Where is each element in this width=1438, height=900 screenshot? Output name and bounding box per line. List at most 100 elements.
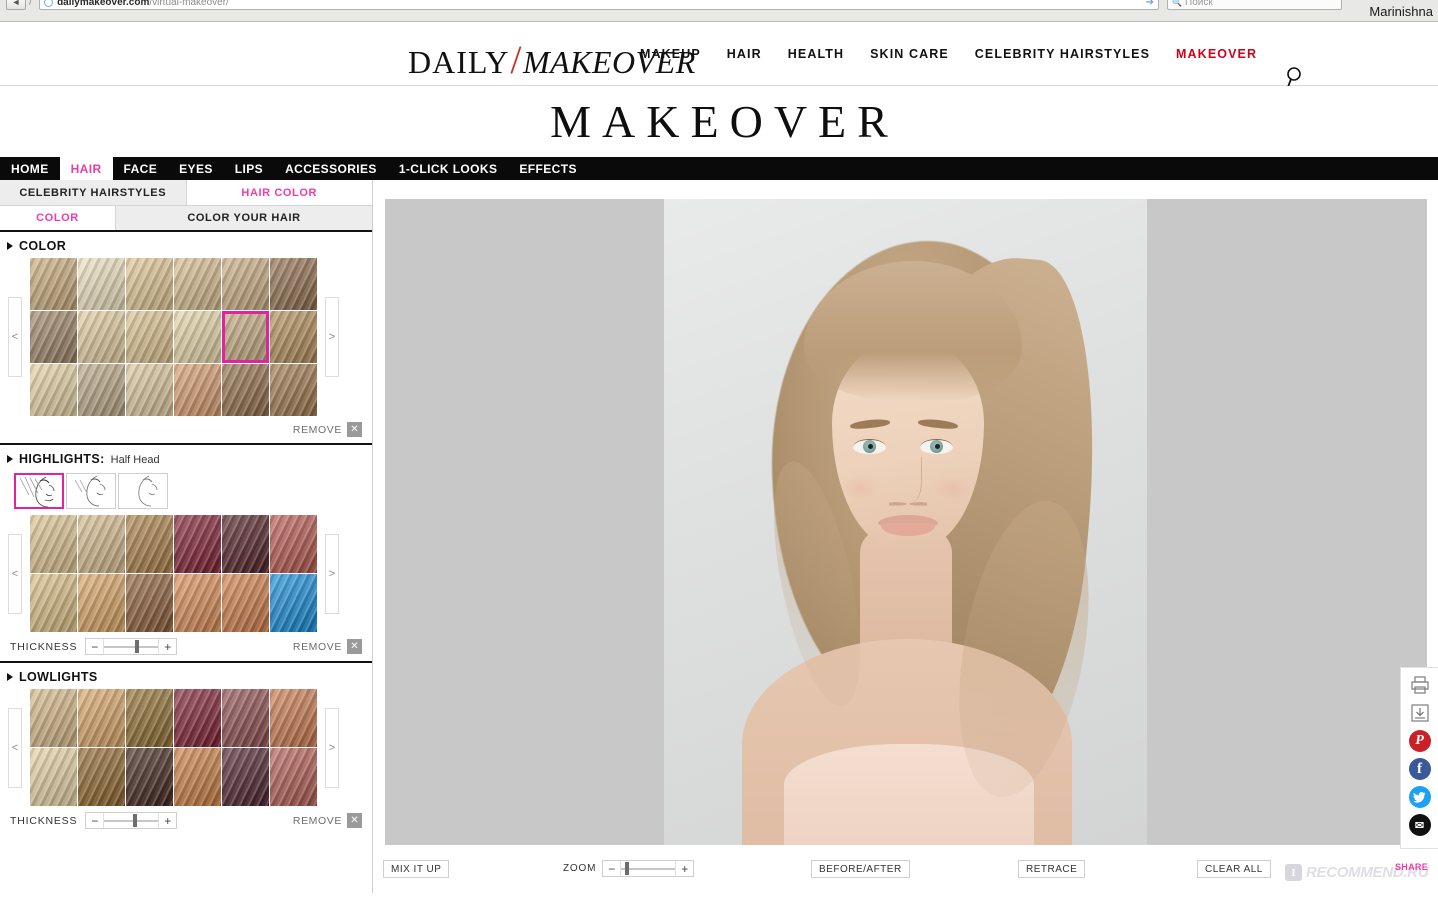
- swatch-lowlights-2[interactable]: [126, 689, 173, 747]
- tab-effects[interactable]: EFFECTS: [508, 157, 587, 180]
- makeover-canvas[interactable]: [385, 199, 1427, 845]
- browser-user-label[interactable]: Marinishna: [1366, 4, 1436, 19]
- highlight-pattern-half-head[interactable]: [14, 473, 64, 509]
- swatch-color-10[interactable]: [222, 311, 269, 363]
- lowlights-remove-button[interactable]: REMOVE ✕: [293, 813, 362, 828]
- swatch-highlights-5[interactable]: [270, 515, 317, 573]
- swatch-color-3[interactable]: [174, 258, 221, 310]
- share-button[interactable]: SHARE: [1395, 862, 1428, 872]
- subtab-celebrity-hairstyles[interactable]: CELEBRITY HAIRSTYLES: [0, 180, 187, 205]
- lowlights-next-button[interactable]: >: [325, 707, 339, 788]
- zoom-track[interactable]: [620, 861, 677, 876]
- highlight-pattern-minimal[interactable]: [118, 473, 168, 509]
- swatch-color-13[interactable]: [78, 364, 125, 416]
- highlights-remove-button[interactable]: REMOVE ✕: [293, 639, 362, 654]
- swatch-color-15[interactable]: [174, 364, 221, 416]
- swatch-color-4[interactable]: [222, 258, 269, 310]
- subtab-color[interactable]: COLOR: [0, 206, 115, 230]
- color-remove-button[interactable]: REMOVE ✕: [293, 422, 362, 437]
- swatch-lowlights-11[interactable]: [270, 748, 317, 806]
- lowlights-thickness-track[interactable]: [103, 813, 160, 828]
- retrace-button[interactable]: RETRACE: [1018, 860, 1086, 878]
- pinterest-icon[interactable]: P: [1408, 730, 1431, 752]
- swatch-color-17[interactable]: [270, 364, 317, 416]
- nav-item-makeup[interactable]: MAKEUP: [640, 47, 701, 61]
- zoom-minus-button[interactable]: −: [603, 861, 621, 876]
- url-bar[interactable]: dailymakeover.com/virtual-makeover/ ➔: [39, 0, 1160, 10]
- tab-home[interactable]: HOME: [0, 157, 60, 180]
- browser-search-box[interactable]: 🔍 Поиск: [1167, 0, 1343, 10]
- highlights-prev-button[interactable]: <: [8, 533, 22, 614]
- swatch-highlights-8[interactable]: [126, 574, 173, 632]
- swatch-lowlights-6[interactable]: [30, 748, 77, 806]
- swatch-color-14[interactable]: [126, 364, 173, 416]
- swatch-lowlights-10[interactable]: [222, 748, 269, 806]
- swatch-lowlights-4[interactable]: [222, 689, 269, 747]
- lowlights-prev-button[interactable]: <: [8, 707, 22, 788]
- swatch-highlights-4[interactable]: [222, 515, 269, 573]
- nav-item-makeover[interactable]: MAKEOVER: [1176, 47, 1257, 61]
- subtab-color-your-hair[interactable]: COLOR YOUR HAIR: [115, 206, 372, 230]
- swatch-lowlights-0[interactable]: [30, 689, 77, 747]
- swatch-color-16[interactable]: [222, 364, 269, 416]
- swatch-color-9[interactable]: [174, 311, 221, 363]
- swatch-highlights-9[interactable]: [174, 574, 221, 632]
- swatch-color-12[interactable]: [30, 364, 77, 416]
- highlight-pattern-partial[interactable]: [66, 473, 116, 509]
- zoom-slider[interactable]: − +: [602, 860, 695, 877]
- slider-knob[interactable]: [133, 814, 138, 827]
- twitter-icon[interactable]: [1408, 786, 1431, 808]
- swatch-highlights-2[interactable]: [126, 515, 173, 573]
- model-photo[interactable]: [664, 199, 1147, 845]
- highlights-next-button[interactable]: >: [325, 533, 339, 614]
- swatch-highlights-1[interactable]: [78, 515, 125, 573]
- print-icon[interactable]: [1409, 674, 1431, 696]
- highlights-thickness-track[interactable]: [103, 639, 160, 654]
- section-color-header[interactable]: COLOR: [0, 232, 372, 258]
- swatch-lowlights-9[interactable]: [174, 748, 221, 806]
- lowlights-thickness-plus[interactable]: +: [159, 813, 177, 828]
- nav-item-hair[interactable]: HAIR: [727, 47, 762, 61]
- swatch-color-6[interactable]: [30, 311, 77, 363]
- color-next-button[interactable]: >: [325, 297, 339, 377]
- subtab-hair-color[interactable]: HAIR COLOR: [186, 180, 372, 205]
- swatch-color-2[interactable]: [126, 258, 173, 310]
- back-arrow-icon[interactable]: ◄: [6, 0, 26, 10]
- swatch-highlights-7[interactable]: [78, 574, 125, 632]
- tab-accessories[interactable]: ACCESSORIES: [274, 157, 388, 180]
- swatch-lowlights-1[interactable]: [78, 689, 125, 747]
- highlights-thickness-slider[interactable]: − +: [85, 638, 178, 655]
- zoom-plus-button[interactable]: +: [676, 861, 694, 876]
- tab-face[interactable]: FACE: [113, 157, 169, 180]
- slider-knob[interactable]: [625, 862, 630, 875]
- swatch-color-0[interactable]: [30, 258, 77, 310]
- tab-hair[interactable]: HAIR: [59, 157, 113, 180]
- section-highlights-header[interactable]: HIGHLIGHTS: Half Head: [0, 445, 372, 471]
- swatch-highlights-6[interactable]: [30, 574, 77, 632]
- swatch-lowlights-3[interactable]: [174, 689, 221, 747]
- swatch-color-11[interactable]: [270, 311, 317, 363]
- facebook-icon[interactable]: f: [1408, 758, 1431, 780]
- swatch-lowlights-5[interactable]: [270, 689, 317, 747]
- clear-all-button[interactable]: CLEAR ALL: [1197, 860, 1271, 878]
- tab-1-click-looks[interactable]: 1-CLICK LOOKS: [388, 157, 509, 180]
- color-prev-button[interactable]: <: [8, 297, 22, 377]
- highlights-thickness-minus[interactable]: −: [86, 639, 104, 654]
- go-arrow-icon[interactable]: ➔: [1146, 0, 1154, 8]
- save-icon[interactable]: [1409, 702, 1431, 724]
- highlights-thickness-plus[interactable]: +: [159, 639, 177, 654]
- tab-eyes[interactable]: EYES: [168, 157, 224, 180]
- swatch-lowlights-8[interactable]: [126, 748, 173, 806]
- lowlights-thickness-minus[interactable]: −: [86, 813, 104, 828]
- tab-lips[interactable]: LIPS: [224, 157, 274, 180]
- swatch-color-8[interactable]: [126, 311, 173, 363]
- email-icon[interactable]: ✉: [1408, 814, 1431, 836]
- mix-it-up-button[interactable]: MIX IT UP: [383, 860, 450, 878]
- swatch-color-1[interactable]: [78, 258, 125, 310]
- lowlights-thickness-slider[interactable]: − +: [85, 812, 178, 829]
- swatch-color-7[interactable]: [78, 311, 125, 363]
- swatch-highlights-0[interactable]: [30, 515, 77, 573]
- swatch-highlights-10[interactable]: [222, 574, 269, 632]
- swatch-lowlights-7[interactable]: [78, 748, 125, 806]
- nav-item-celebrity-hairstyles[interactable]: CELEBRITY HAIRSTYLES: [975, 47, 1150, 61]
